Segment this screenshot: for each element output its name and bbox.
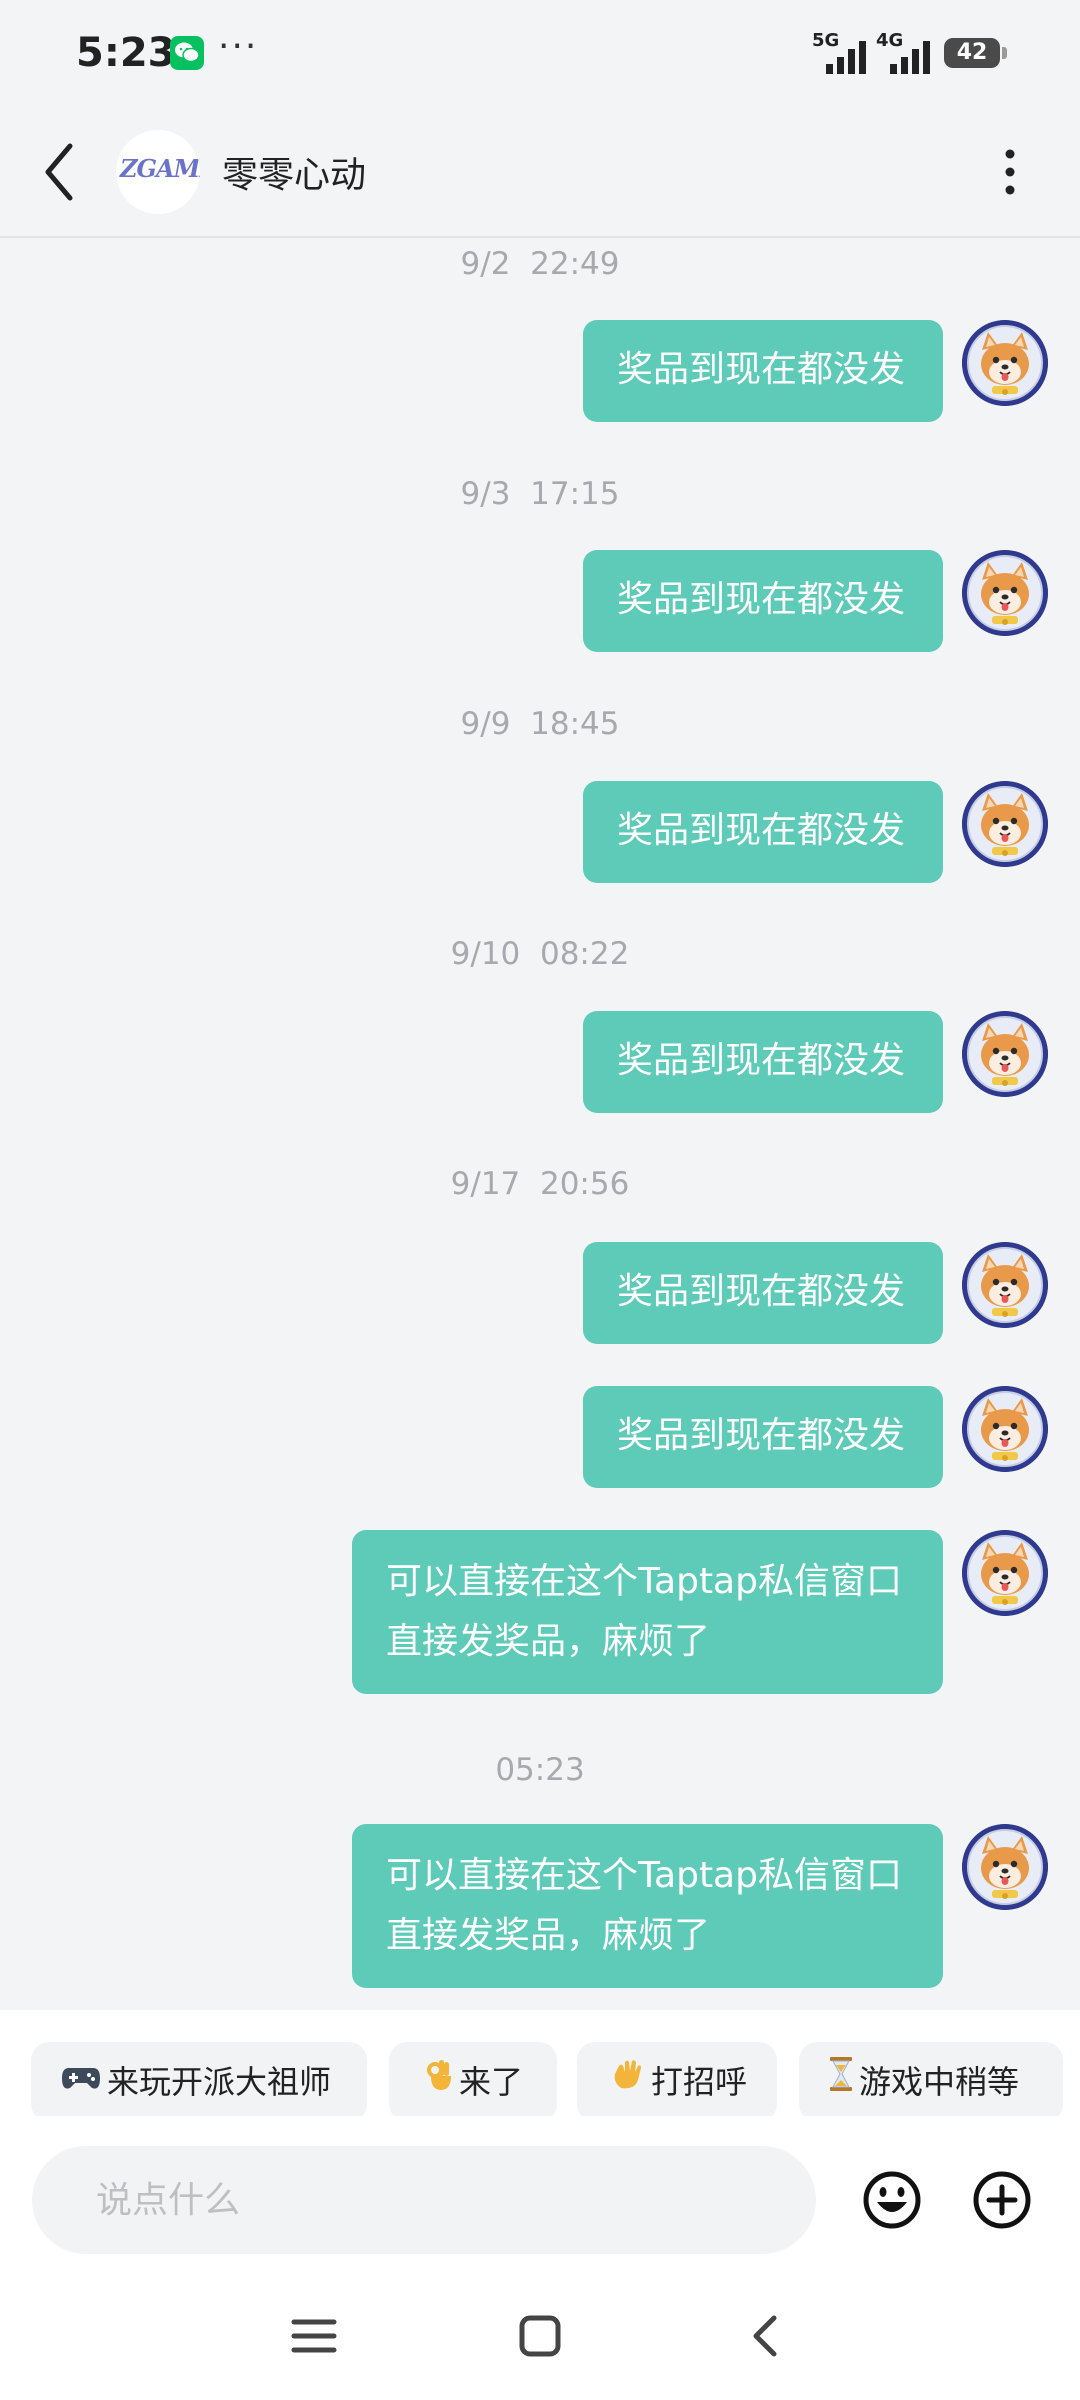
recent-apps-button[interactable] bbox=[284, 2306, 344, 2366]
message-list[interactable]: 9/2 22:49 奖品到现在都没发 9/3 17:15 奖品到现在都没发 9/… bbox=[0, 238, 1080, 2010]
user-avatar[interactable] bbox=[962, 320, 1048, 406]
more-notifications-indicator: ··· bbox=[218, 26, 259, 67]
menu-icon bbox=[291, 2319, 337, 2353]
status-bar: 5:23 ··· 5G 4G 42 bbox=[0, 0, 1080, 110]
user-avatar[interactable] bbox=[962, 1242, 1048, 1328]
message-timestamp: 9/10 08:22 bbox=[450, 936, 630, 972]
shiba-dog-icon bbox=[962, 1242, 1048, 1328]
message-bubble[interactable]: 可以直接在这个Taptap私信窗口直接发奖品，麻烦了 bbox=[352, 1824, 943, 1988]
message-bubble[interactable]: 奖品到现在都没发 bbox=[583, 1242, 943, 1344]
quick-reply-label: 来了 bbox=[459, 2063, 524, 2101]
ok-hand-icon bbox=[425, 2041, 453, 2121]
message-bubble[interactable]: 奖品到现在都没发 bbox=[583, 550, 943, 652]
message-bubble[interactable]: 奖品到现在都没发 bbox=[583, 320, 943, 422]
nav-back-button[interactable] bbox=[736, 2306, 796, 2366]
message-input[interactable] bbox=[32, 2146, 816, 2254]
quick-reply-chip[interactable]: 打招呼 bbox=[577, 2042, 777, 2122]
waving-hand-icon bbox=[611, 2041, 645, 2121]
shiba-dog-icon bbox=[962, 1011, 1048, 1097]
more-options-button[interactable] bbox=[990, 140, 1030, 204]
user-avatar[interactable] bbox=[962, 1530, 1048, 1616]
zgame-logo: ZGAME bbox=[120, 154, 200, 183]
quick-reply-label: 打招呼 bbox=[651, 2063, 748, 2101]
message-bubble[interactable]: 奖品到现在都没发 bbox=[583, 781, 943, 883]
gamepad-icon bbox=[61, 2041, 101, 2121]
chat-header: ZGAME 零零心动 bbox=[0, 110, 1080, 238]
user-avatar[interactable] bbox=[962, 1824, 1048, 1910]
message-timestamp: 9/2 22:49 bbox=[460, 246, 620, 282]
shiba-dog-icon bbox=[962, 550, 1048, 636]
quick-reply-chip[interactable]: 游戏中稍等 bbox=[799, 2042, 1063, 2122]
user-avatar[interactable] bbox=[962, 1011, 1048, 1097]
back-arrow-icon bbox=[45, 143, 73, 201]
message-timestamp: 05:23 bbox=[495, 1752, 585, 1788]
shiba-dog-icon bbox=[962, 1824, 1048, 1910]
back-icon bbox=[753, 2315, 777, 2357]
more-vertical-icon bbox=[1005, 149, 1015, 195]
message-timestamp: 9/17 20:56 bbox=[450, 1166, 630, 1202]
wechat-notification-icon bbox=[170, 36, 204, 70]
shiba-dog-icon bbox=[962, 320, 1048, 406]
user-avatar[interactable] bbox=[962, 550, 1048, 636]
quick-reply-label: 游戏中稍等 bbox=[859, 2063, 1020, 2101]
hourglass-icon bbox=[829, 2041, 853, 2121]
contact-avatar[interactable]: ZGAME bbox=[116, 130, 200, 214]
message-bubble[interactable]: 奖品到现在都没发 bbox=[583, 1386, 943, 1488]
home-button[interactable] bbox=[510, 2306, 570, 2366]
user-avatar[interactable] bbox=[962, 781, 1048, 867]
quick-reply-chip[interactable]: 来玩开派大祖师 bbox=[31, 2042, 367, 2122]
message-bubble[interactable]: 可以直接在这个Taptap私信窗口直接发奖品，麻烦了 bbox=[352, 1530, 943, 1694]
user-avatar[interactable] bbox=[962, 1386, 1048, 1472]
emoji-button[interactable] bbox=[860, 2168, 924, 2232]
add-circle-icon bbox=[973, 2171, 1031, 2229]
message-timestamp: 9/3 17:15 bbox=[460, 476, 620, 512]
emoji-icon bbox=[863, 2171, 921, 2229]
shiba-dog-icon bbox=[962, 1386, 1048, 1472]
home-icon bbox=[519, 2315, 561, 2357]
input-row bbox=[0, 2116, 1080, 2266]
battery-tip bbox=[1002, 47, 1007, 59]
message-timestamp: 9/9 18:45 bbox=[460, 706, 620, 742]
system-nav-bar bbox=[0, 2266, 1080, 2400]
add-attachment-button[interactable] bbox=[970, 2168, 1034, 2232]
shiba-dog-icon bbox=[962, 781, 1048, 867]
message-bubble[interactable]: 奖品到现在都没发 bbox=[583, 1011, 943, 1113]
battery-icon: 42 bbox=[944, 38, 1000, 68]
quick-reply-chip[interactable]: 来了 bbox=[389, 2042, 557, 2122]
back-button[interactable] bbox=[30, 140, 94, 204]
contact-name: 零零心动 bbox=[222, 155, 367, 196]
shiba-dog-icon bbox=[962, 1530, 1048, 1616]
status-time: 5:23 bbox=[76, 30, 176, 76]
quick-reply-label: 来玩开派大祖师 bbox=[107, 2063, 332, 2101]
quick-reply-bar: 来玩开派大祖师 来了 打招呼 游戏中稍等 bbox=[0, 2010, 1080, 2122]
